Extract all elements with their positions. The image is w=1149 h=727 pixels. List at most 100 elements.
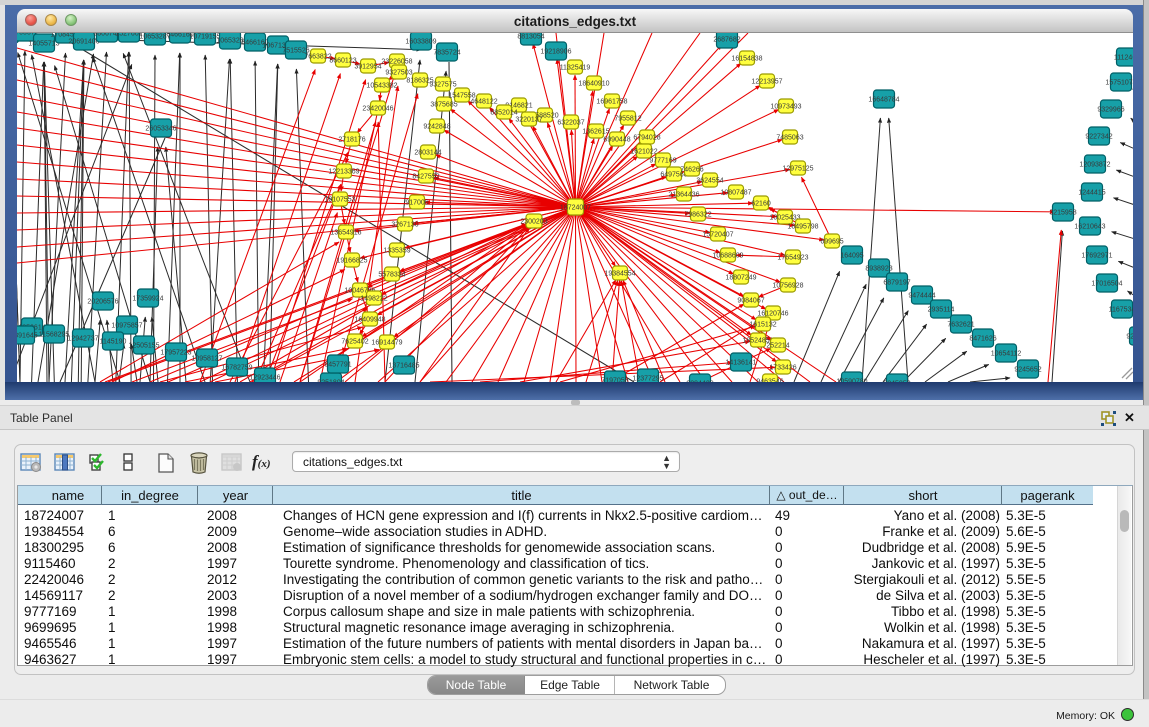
svg-text:12975125: 12975125 — [782, 166, 813, 173]
svg-text:3912954: 3912954 — [354, 64, 381, 71]
svg-text:9251804: 9251804 — [317, 380, 344, 383]
svg-text:12093872: 12093872 — [1079, 162, 1110, 169]
svg-text:917006: 917006 — [405, 200, 428, 207]
svg-text:18724007: 18724007 — [560, 205, 591, 212]
svg-text:12213957: 12213957 — [751, 79, 782, 86]
svg-text:16648784: 16648784 — [868, 97, 899, 104]
svg-text:10756928: 10756928 — [772, 283, 803, 290]
svg-text:18807249: 18807249 — [725, 275, 756, 282]
svg-text:9329966: 9329966 — [1097, 107, 1124, 114]
svg-text:19166825: 19166825 — [336, 258, 367, 265]
svg-text:23420046: 23420046 — [362, 106, 393, 113]
svg-text:9327575: 9327575 — [429, 82, 456, 89]
svg-text:12213369: 12213369 — [328, 169, 359, 176]
svg-text:12923446: 12923446 — [249, 375, 280, 382]
svg-text:164095: 164095 — [840, 253, 863, 260]
svg-text:1167534: 1167534 — [1109, 307, 1133, 314]
svg-text:17654923: 17654923 — [777, 255, 808, 262]
svg-text:699695: 699695 — [820, 239, 843, 246]
svg-text:62160: 62160 — [751, 201, 771, 208]
svg-text:18640910: 18640910 — [578, 81, 609, 88]
svg-text:7485063: 7485063 — [776, 135, 803, 142]
svg-text:19218906: 19218906 — [540, 49, 571, 56]
svg-text:11568295: 11568295 — [39, 332, 70, 339]
svg-text:26053346: 26053346 — [145, 126, 176, 133]
svg-text:1145190: 1145190 — [100, 339, 127, 346]
svg-text:746266: 746266 — [680, 167, 703, 174]
svg-text:12942737: 12942737 — [67, 336, 98, 343]
svg-text:8813054: 8813054 — [517, 34, 544, 41]
svg-text:10958127: 10958127 — [191, 356, 222, 363]
svg-text:12505155: 12505155 — [128, 343, 159, 350]
svg-text:6990448: 6990448 — [603, 137, 630, 144]
svg-text:9777169: 9777169 — [649, 158, 676, 165]
svg-text:10107553: 10107553 — [324, 197, 355, 204]
svg-text:14136141: 14136141 — [725, 360, 756, 367]
svg-text:16914479: 16914479 — [371, 340, 402, 347]
svg-text:13654918: 13654918 — [330, 230, 361, 237]
svg-text:14055713: 14055713 — [28, 41, 59, 48]
svg-text:6794028: 6794028 — [633, 135, 660, 142]
svg-text:3220137: 3220137 — [515, 117, 542, 124]
svg-text:11325419: 11325419 — [560, 65, 591, 72]
svg-text:13716485: 13716485 — [388, 363, 419, 370]
svg-text:16033809: 16033809 — [405, 39, 436, 46]
svg-text:7197058: 7197058 — [601, 378, 628, 383]
svg-text:7632621: 7632621 — [947, 322, 974, 329]
svg-text:2803144: 2803144 — [414, 150, 441, 157]
svg-text:21364436: 21364436 — [668, 192, 699, 199]
svg-text:1733426: 1733426 — [769, 365, 796, 372]
svg-text:15751074: 15751074 — [1105, 80, 1133, 87]
svg-text:9094428: 9094428 — [686, 381, 713, 383]
svg-text:7625402: 7625402 — [341, 339, 368, 346]
svg-text:9227342: 9227342 — [1085, 134, 1112, 141]
svg-text:9245052: 9245052 — [883, 381, 910, 383]
svg-text:9245082: 9245082 — [1126, 334, 1133, 341]
svg-text:9474444: 9474444 — [908, 293, 935, 300]
svg-text:1335359: 1335359 — [383, 248, 410, 255]
svg-text:3267130: 3267130 — [391, 222, 418, 229]
svg-text:16961758: 16961758 — [596, 99, 627, 106]
svg-text:17359924: 17359924 — [132, 296, 163, 303]
svg-text:2718176: 2718176 — [338, 137, 365, 144]
svg-text:8660123: 8660123 — [329, 58, 356, 65]
svg-text:9242848: 9242848 — [423, 124, 450, 131]
svg-text:17957223: 17957223 — [160, 350, 191, 357]
svg-text:10807487: 10807487 — [720, 190, 751, 197]
svg-text:1362615: 1362615 — [582, 129, 609, 136]
svg-text:8852014: 8852014 — [490, 110, 517, 117]
svg-text:7955812: 7955812 — [614, 116, 641, 123]
svg-text:18495798: 18495798 — [787, 224, 818, 231]
svg-text:1112467: 1112467 — [1114, 55, 1133, 62]
svg-text:15720407: 15720407 — [702, 232, 733, 239]
svg-text:3624554: 3624554 — [696, 178, 723, 185]
svg-text:252214: 252214 — [766, 343, 789, 350]
svg-text:9457791: 9457791 — [324, 362, 351, 369]
svg-text:8938923: 8938923 — [865, 266, 892, 273]
svg-text:10973493: 10973493 — [770, 104, 801, 111]
svg-text:7663822: 7663822 — [304, 54, 331, 61]
svg-text:6322037: 6322037 — [557, 120, 584, 127]
svg-text:9463546: 9463546 — [756, 379, 783, 383]
svg-text:9245652: 9245652 — [1014, 367, 1041, 374]
svg-text:10543382: 10543382 — [366, 83, 397, 90]
svg-text:1615132: 1615132 — [749, 322, 776, 329]
svg-text:6879197: 6879197 — [883, 280, 910, 287]
svg-text:2687682: 2687682 — [713, 37, 740, 44]
svg-text:19384554: 19384554 — [604, 271, 635, 278]
svg-text:1391645: 1391645 — [17, 333, 38, 340]
svg-text:16782759: 16782759 — [221, 365, 252, 372]
svg-text:9084067: 9084067 — [737, 298, 764, 305]
svg-text:2935114: 2935114 — [928, 307, 955, 314]
svg-text:7835724: 7835724 — [433, 50, 460, 57]
svg-text:10590780: 10590780 — [836, 379, 867, 383]
svg-text:16210643: 16210643 — [1074, 224, 1105, 231]
svg-text:9327503: 9327503 — [385, 70, 412, 77]
svg-text:1621022: 1621022 — [630, 149, 657, 156]
svg-text:2300203: 2300203 — [520, 219, 547, 226]
svg-text:4648122: 4648122 — [470, 99, 497, 106]
svg-text:3875685: 3875685 — [430, 102, 457, 109]
svg-text:10654112: 10654112 — [991, 351, 1022, 358]
svg-text:16409948: 16409948 — [354, 317, 385, 324]
svg-text:5578334: 5578334 — [378, 272, 405, 279]
